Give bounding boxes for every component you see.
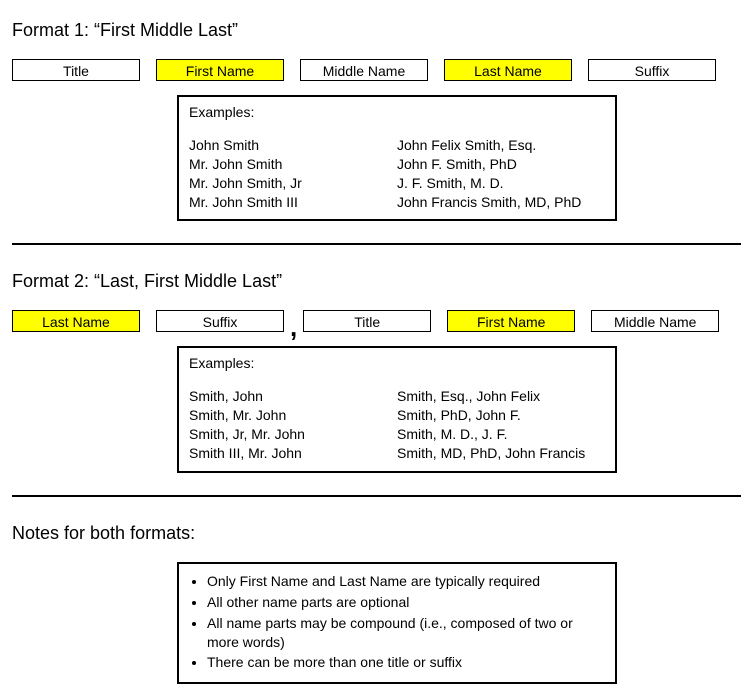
note-item: All name parts may be compound (i.e., co… (207, 614, 605, 652)
note-item: Only First Name and Last Name are typica… (207, 572, 605, 591)
example-item: Smith, PhD, John F. (397, 406, 605, 425)
example-item: Smith, Esq., John Felix (397, 387, 605, 406)
notes-heading: Notes for both formats: (12, 523, 741, 544)
example-item: John Francis Smith, MD, PhD (397, 193, 605, 212)
format2-examples-right: Smith, Esq., John Felix Smith, PhD, John… (397, 387, 605, 463)
format2-examples-box: Examples: Smith, John Smith, Mr. John Sm… (177, 346, 617, 472)
format1-heading: Format 1: “First Middle Last” (12, 20, 741, 41)
field-last-name: Last Name (12, 310, 140, 332)
example-item: John F. Smith, PhD (397, 155, 605, 174)
example-item: Mr. John Smith (189, 155, 397, 174)
format1-examples-box: Examples: John Smith Mr. John Smith Mr. … (177, 95, 617, 221)
divider (12, 495, 741, 497)
field-title: Title (12, 59, 140, 81)
field-first-name: First Name (156, 59, 284, 81)
example-item: Smith, John (189, 387, 397, 406)
example-item: John Felix Smith, Esq. (397, 136, 605, 155)
example-item: John Smith (189, 136, 397, 155)
example-item: J. F. Smith, M. D. (397, 174, 605, 193)
example-item: Smith, M. D., J. F. (397, 425, 605, 444)
field-middle-name: Middle Name (300, 59, 428, 81)
notes-box: Only First Name and Last Name are typica… (177, 562, 617, 684)
example-item: Mr. John Smith III (189, 193, 397, 212)
format1-examples-left: John Smith Mr. John Smith Mr. John Smith… (189, 136, 397, 212)
note-item: There can be more than one title or suff… (207, 653, 605, 672)
field-suffix: Suffix (588, 59, 716, 81)
field-middle-name: Middle Name (591, 310, 719, 332)
format2-examples-left: Smith, John Smith, Mr. John Smith, Jr, M… (189, 387, 397, 463)
field-title: Title (303, 310, 431, 332)
example-item: Smith III, Mr. John (189, 444, 397, 463)
format2-field-row: Last Name Suffix , Title First Name Midd… (12, 310, 741, 332)
format2-heading: Format 2: “Last, First Middle Last” (12, 271, 741, 292)
field-last-name: Last Name (444, 59, 572, 81)
example-item: Smith, MD, PhD, John Francis (397, 444, 605, 463)
format1-examples-right: John Felix Smith, Esq. John F. Smith, Ph… (397, 136, 605, 212)
examples-label: Examples: (189, 103, 605, 122)
note-item: All other name parts are optional (207, 593, 605, 612)
divider (12, 243, 741, 245)
examples-label: Examples: (189, 354, 605, 373)
example-item: Smith, Mr. John (189, 406, 397, 425)
comma-separator: , (290, 318, 297, 336)
field-first-name: First Name (447, 310, 575, 332)
format1-field-row: Title First Name Middle Name Last Name S… (12, 59, 741, 81)
field-suffix: Suffix (156, 310, 284, 332)
example-item: Smith, Jr, Mr. John (189, 425, 397, 444)
example-item: Mr. John Smith, Jr (189, 174, 397, 193)
